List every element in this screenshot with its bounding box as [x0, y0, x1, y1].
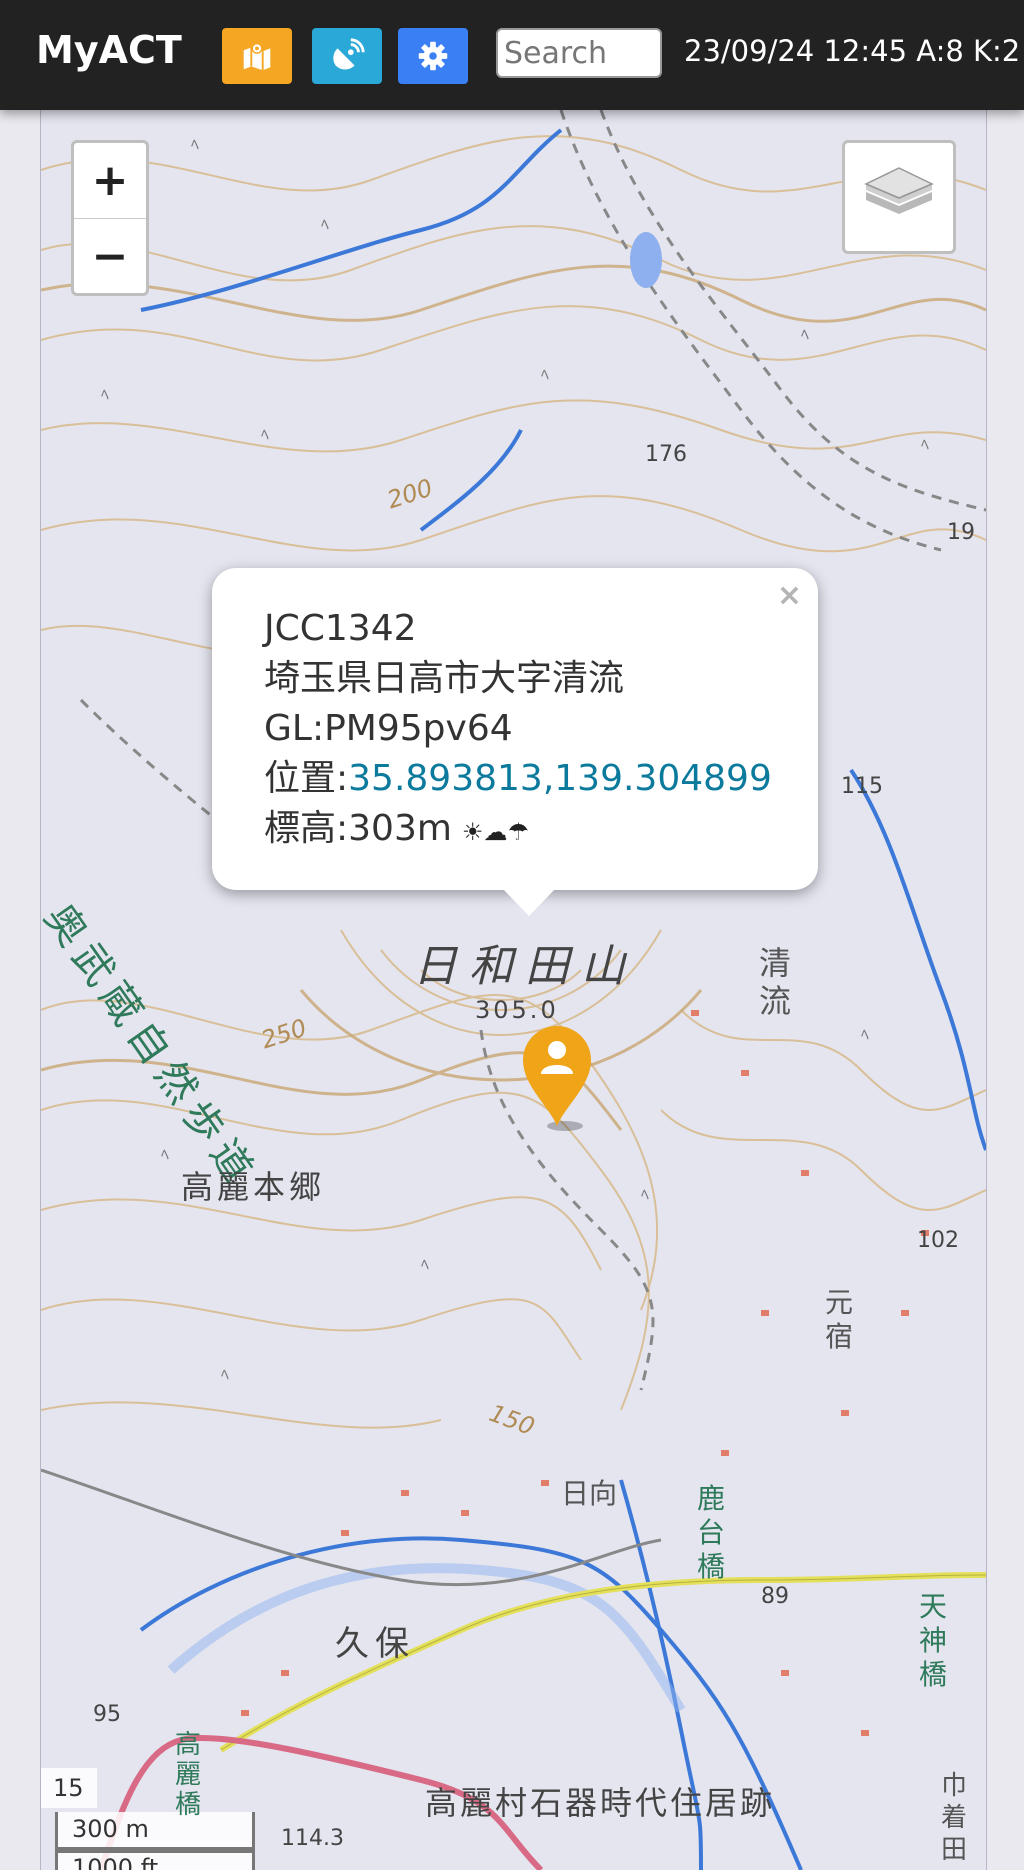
svg-text:ﾍ: ﾍ [161, 1145, 169, 1164]
popup-grid-locator: GL:PM95pv64 [264, 708, 513, 749]
label-ichikida: 巾着田 [941, 1771, 968, 1865]
svg-text:ﾍ: ﾍ [861, 1025, 869, 1044]
zoom-level-indicator: 15 [41, 1768, 97, 1808]
svg-text:ﾍ: ﾍ [321, 215, 329, 234]
map-icon [243, 42, 271, 71]
brand-logo[interactable]: MyACT [36, 28, 182, 72]
location-marker[interactable] [519, 1022, 595, 1136]
zoom-out-button[interactable]: − [74, 219, 146, 294]
settings-button[interactable] [398, 28, 468, 84]
popup-tip [503, 889, 555, 916]
scale-bar-metric: 300 m [55, 1812, 255, 1850]
svg-text:ﾍ: ﾍ [221, 1365, 229, 1384]
elevation-19: 19 [947, 520, 975, 545]
zoom-control: + − [71, 140, 149, 296]
location-popup: × JCC1342 埼玉県日高市大字清流 GL:PM95pv64 位置:35.8… [212, 568, 818, 916]
svg-text:ﾍ: ﾍ [801, 325, 809, 344]
label-komabashi: 高麗橋 [175, 1730, 202, 1820]
popup-position: 位置:35.893813,139.304899 [264, 754, 772, 804]
zoom-in-button[interactable]: + [74, 143, 146, 219]
layers-button[interactable] [842, 140, 956, 254]
topographic-map[interactable]: ﾍﾍﾍ ﾍﾍﾍ ﾍﾍﾍ ﾍﾍﾍ 日和田山 305.0 奥武蔵自然歩道 清流 高麗… [40, 110, 987, 1870]
radio-button[interactable] [312, 28, 382, 84]
label-hinata: 日向 [561, 1477, 618, 1510]
top-navbar: MyACT Search 23/09/24 12:45 A:8 K:2 [0, 0, 1024, 110]
status-readout: 23/09/24 12:45 A:8 K:2 [684, 34, 1021, 68]
label-motojuku: 元宿 [825, 1286, 854, 1353]
label-kubo: 久保 [335, 1624, 415, 1664]
svg-text:ﾍ: ﾍ [261, 425, 269, 444]
popup-address: 埼玉県日高市大字清流 [264, 658, 625, 699]
label-mountain-name: 日和田山 [413, 941, 637, 992]
position-link[interactable]: 35.893813,139.304899 [348, 758, 772, 799]
layers-icon [864, 167, 934, 214]
label-summit-elevation: 305.0 [475, 996, 559, 1024]
popup-close-button[interactable]: × [777, 578, 802, 613]
position-label: 位置: [264, 758, 349, 799]
scale-bar-imperial: 1000 ft [55, 1850, 255, 1870]
label-rokudaibashi: 鹿台橋 [697, 1482, 726, 1583]
label-komahongo: 高麗本郷 [181, 1168, 326, 1206]
elevation-176: 176 [645, 442, 687, 467]
svg-text:ﾍ: ﾍ [101, 385, 109, 404]
elevation-89: 89 [761, 1584, 789, 1609]
label-seiryu: 清流 [759, 944, 792, 1020]
label-tenjinbashi: 天神橋 [919, 1590, 948, 1691]
label-site: 高麗村石器時代住居跡 [425, 1784, 776, 1822]
map-button[interactable] [222, 28, 292, 84]
popup-code: JCC1342 [264, 608, 417, 649]
satellite-dish-icon [333, 38, 365, 70]
elevation-102: 102 [917, 1228, 959, 1253]
elevation-114-3: 114.3 [281, 1826, 344, 1851]
svg-text:ﾍ: ﾍ [191, 135, 199, 154]
elevation-text: 標高:303m [264, 808, 452, 849]
svg-text:ﾍ: ﾍ [641, 1185, 649, 1204]
weather-icon[interactable]: ☀☁☂ [462, 818, 529, 846]
elevation-95: 95 [93, 1702, 121, 1727]
elevation-115: 115 [841, 774, 883, 799]
svg-text:ﾍ: ﾍ [541, 365, 549, 384]
svg-text:ﾍ: ﾍ [921, 435, 929, 454]
svg-text:ﾍ: ﾍ [421, 1255, 429, 1274]
popup-elevation: 標高:303m ☀☁☂ [264, 804, 772, 857]
search-input[interactable] [496, 28, 662, 78]
person-pin-icon [523, 1026, 591, 1131]
gear-icon [418, 41, 448, 71]
